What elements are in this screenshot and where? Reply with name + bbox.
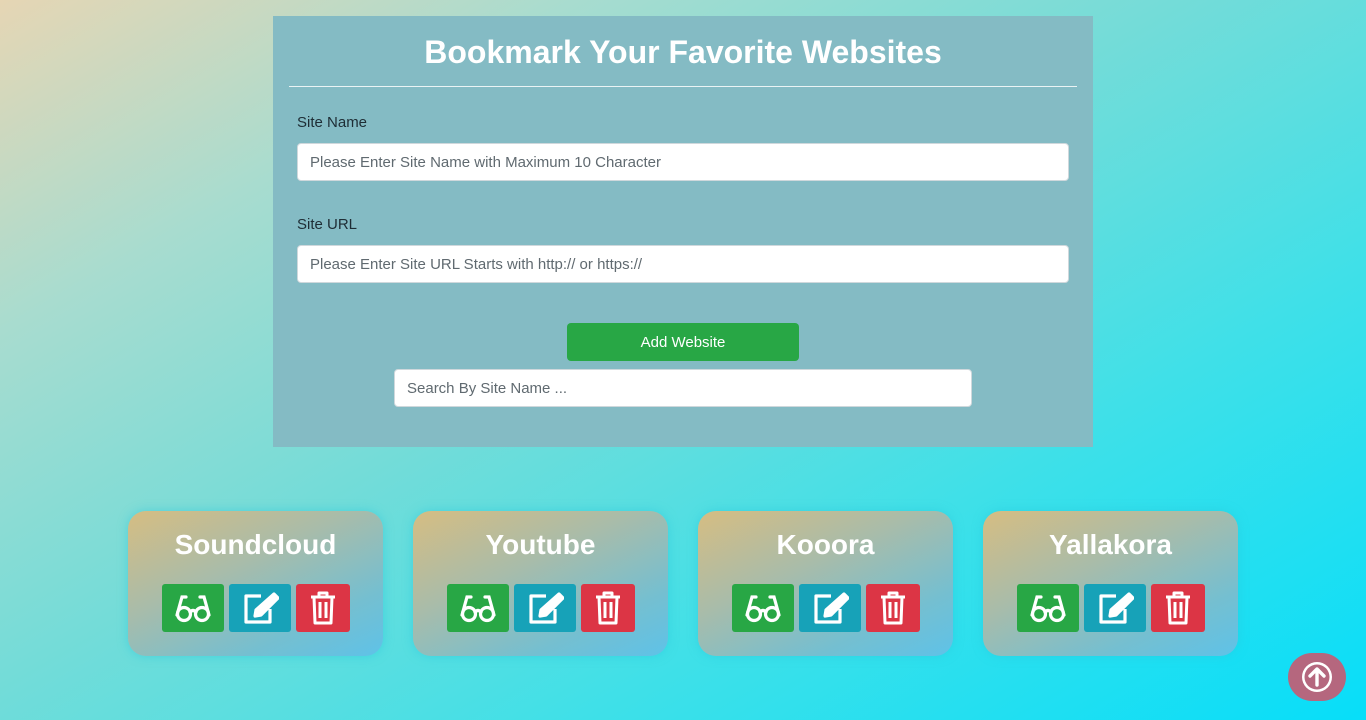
bookmark-actions [698, 584, 953, 632]
bookmark-card: Kooora [698, 511, 953, 656]
site-url-label: Site URL [297, 216, 358, 233]
glasses-icon [744, 595, 781, 623]
visit-button[interactable] [731, 584, 794, 632]
delete-button[interactable] [1150, 584, 1205, 632]
edit-button[interactable] [228, 584, 291, 632]
glasses-icon [1029, 595, 1066, 623]
arrow-up-circle-icon [1302, 662, 1332, 692]
site-name-input[interactable] [297, 143, 1069, 181]
edit-button[interactable] [513, 584, 576, 632]
bookmark-name: Youtube [485, 529, 596, 560]
scroll-to-top-button[interactable] [1288, 653, 1346, 701]
delete-button[interactable] [865, 584, 920, 632]
bookmark-actions [413, 584, 668, 632]
delete-button[interactable] [295, 584, 350, 632]
delete-button[interactable] [580, 584, 635, 632]
visit-button[interactable] [446, 584, 509, 632]
trash-icon [1165, 591, 1190, 625]
edit-icon [813, 592, 849, 624]
trash-icon [595, 591, 620, 625]
search-input[interactable] [394, 369, 972, 407]
add-website-button[interactable]: Add Website [567, 323, 799, 361]
edit-button[interactable] [1083, 584, 1146, 632]
page-title: Bookmark Your Favorite Websites [424, 34, 942, 70]
title-divider [289, 86, 1077, 87]
site-name-label: Site Name [297, 114, 368, 131]
bookmark-actions [983, 584, 1238, 632]
glasses-icon [459, 595, 496, 623]
edit-icon [1098, 592, 1134, 624]
bookmark-form-panel: Bookmark Your Favorite Websites Site Nam… [273, 16, 1093, 447]
bookmark-actions [128, 584, 383, 632]
trash-icon [310, 591, 335, 625]
bookmark-card: Yallakora [983, 511, 1238, 656]
edit-icon [528, 592, 564, 624]
edit-icon [243, 592, 279, 624]
site-url-input[interactable] [297, 245, 1069, 283]
visit-button[interactable] [161, 584, 224, 632]
edit-button[interactable] [798, 584, 861, 632]
bookmark-name: Kooora [776, 529, 875, 560]
visit-button[interactable] [1016, 584, 1079, 632]
trash-icon [880, 591, 905, 625]
bookmark-card: Soundcloud [128, 511, 383, 656]
glasses-icon [174, 595, 211, 623]
bookmark-card: Youtube [413, 511, 668, 656]
bookmark-name: Yallakora [1049, 529, 1172, 560]
bookmark-name: Soundcloud [174, 529, 337, 560]
